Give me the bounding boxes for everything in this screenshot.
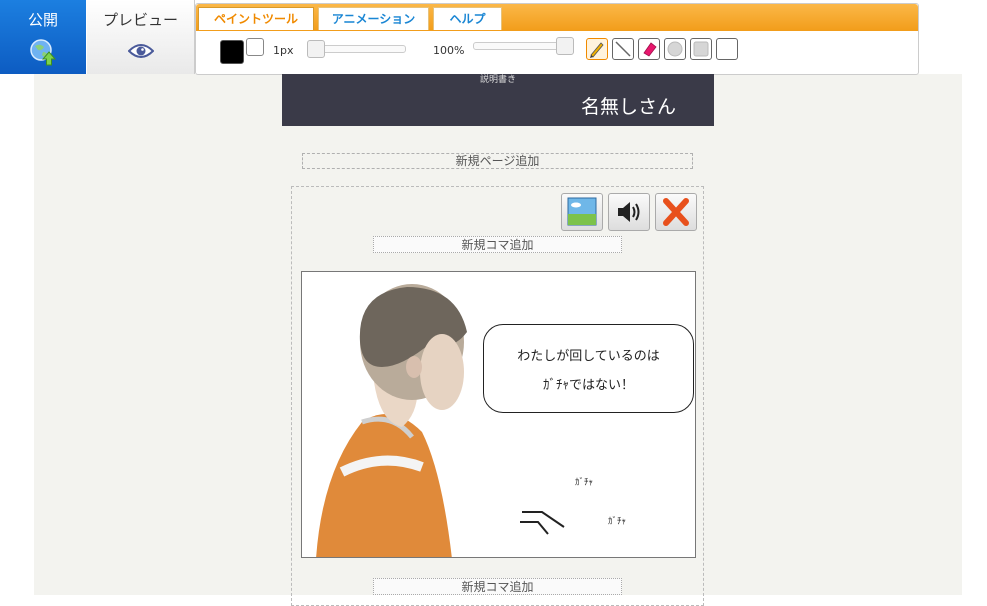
comic-description: 説明書き [479, 75, 516, 85]
square-tool-button[interactable] [690, 38, 712, 60]
sound-effect-2[interactable]: ｶﾞﾁｬ [572, 501, 662, 544]
line-tool-button[interactable] [612, 38, 634, 60]
publish-button[interactable]: 公開 [0, 0, 86, 74]
eraser-icon [643, 42, 657, 57]
add-image-button[interactable] [561, 193, 603, 231]
add-frame-button-top[interactable]: 新規コマ追加 [373, 236, 622, 253]
speech-line-1: わたしが回しているのは [517, 349, 660, 364]
blank-tool-button[interactable] [716, 38, 738, 60]
line-icon [615, 41, 631, 57]
circle-icon [667, 41, 683, 57]
opacity-value: 100% [433, 44, 465, 57]
brush-size-value: 1px [273, 44, 294, 57]
secondary-color-swatch[interactable] [246, 38, 264, 56]
speech-bubble[interactable]: わたしが回しているのは ｶﾞﾁｬではない！ [483, 324, 694, 413]
add-frame-button-bottom[interactable]: 新規コマ追加 [373, 578, 622, 595]
opacity-slider-handle[interactable] [556, 37, 574, 55]
pencil-tool-button[interactable] [586, 38, 608, 60]
brush-size-slider[interactable] [307, 40, 406, 58]
sound-effect-1[interactable]: ｶﾞﾁｬ [545, 468, 623, 498]
add-sound-button[interactable] [608, 193, 650, 231]
tab-animation[interactable]: アニメーション [318, 7, 429, 30]
circle-tool-button[interactable] [664, 38, 686, 60]
opacity-slider[interactable] [473, 37, 574, 55]
author-name[interactable]: 名無しさん [581, 92, 676, 119]
tool-panel: ペイントツール アニメーション ヘルプ 1px 100% [195, 3, 919, 75]
tab-paint-tools[interactable]: ペイントツール [198, 7, 314, 30]
preview-button[interactable]: プレビュー [87, 0, 195, 74]
primary-color-swatch[interactable] [220, 40, 244, 64]
brush-size-slider-handle[interactable] [307, 40, 325, 58]
sound-icon [618, 202, 640, 222]
tab-help[interactable]: ヘルプ [433, 7, 502, 30]
pencil-icon [590, 42, 604, 58]
comic-header: 説明書き 名無しさん [282, 74, 714, 126]
comic-panel[interactable]: わたしが回しているのは ｶﾞﾁｬではない！ ｶﾞﾁｬ ｶﾞﾁｬ [301, 271, 696, 558]
eye-icon [128, 44, 154, 58]
delete-icon [663, 198, 689, 226]
square-icon [693, 41, 709, 57]
tab-bar: ペイントツール アニメーション ヘルプ [196, 4, 918, 31]
eraser-tool-button[interactable] [638, 38, 660, 60]
delete-frame-button[interactable] [655, 193, 697, 231]
image-icon [567, 197, 597, 226]
globe-upload-icon [30, 39, 57, 66]
add-page-button[interactable]: 新規ページ追加 [302, 153, 693, 169]
preview-label: プレビュー [102, 11, 178, 29]
tool-row: 1px 100% [196, 32, 918, 74]
publish-label: 公開 [27, 11, 58, 29]
speech-line-2: ｶﾞﾁｬではない！ [542, 378, 634, 393]
